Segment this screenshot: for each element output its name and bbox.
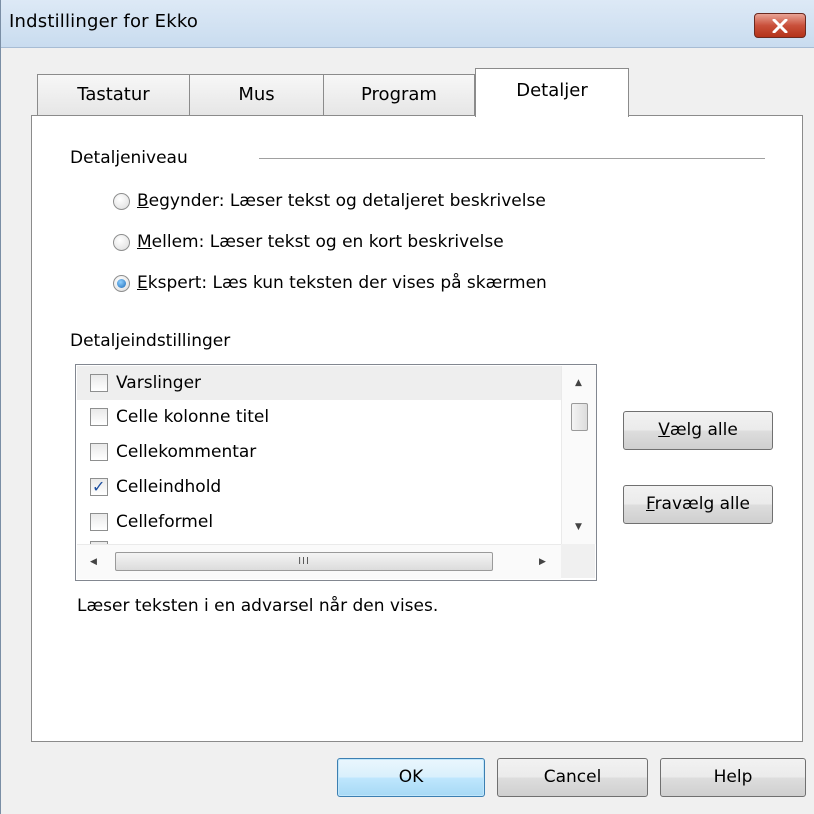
checkmark-icon: ✓ — [92, 477, 106, 496]
radio-button[interactable] — [113, 192, 130, 210]
item-description: Læser teksten i en advarsel når den vise… — [77, 596, 439, 616]
accelerator-key: M — [137, 232, 152, 252]
accelerator-key: F — [646, 494, 655, 514]
scroll-left-icon[interactable]: ◀ — [90, 557, 97, 567]
radio-label-text: egynder: Læser tekst og detaljeret beskr… — [148, 191, 546, 211]
select-all-button[interactable]: Vælg alle — [623, 411, 773, 450]
tab-detaljer[interactable]: Detaljer — [475, 68, 629, 117]
scrollbar-corner — [561, 544, 595, 578]
vertical-scroll-thumb[interactable] — [571, 403, 588, 431]
radio-option-ekspert[interactable]: Ekspert: Læs kun teksten der vises på sk… — [113, 270, 547, 296]
detail-settings-list[interactable]: Varslinger Celle kolonne titel Cellekomm… — [75, 364, 597, 581]
ok-button[interactable]: OK — [337, 758, 485, 797]
button-label: ravælg alle — [654, 494, 750, 514]
list-item-celleformel[interactable]: Celleformel — [77, 505, 561, 539]
tab-label: Mus — [238, 84, 275, 105]
radio-button[interactable] — [113, 233, 130, 251]
scroll-right-icon[interactable]: ▶ — [539, 557, 546, 567]
accelerator-key: E — [137, 273, 148, 293]
close-button[interactable] — [754, 13, 806, 38]
list-item-celleindhold[interactable]: ✓ Celleindhold — [77, 470, 561, 504]
horizontal-scroll-thumb[interactable]: III — [115, 552, 493, 571]
accelerator-key: V — [658, 420, 670, 440]
button-label: ælg alle — [669, 420, 738, 440]
button-label: OK — [398, 767, 424, 787]
radio-label: Mellem: Læser tekst og en kort beskrivel… — [137, 232, 504, 252]
deselect-all-button[interactable]: Fravælg alle — [623, 485, 773, 524]
scroll-down-icon[interactable]: ▼ — [575, 522, 582, 532]
group-divider — [259, 158, 765, 159]
title-bar[interactable]: Indstillinger for Ekko — [1, 0, 814, 48]
list-item-label: Celleformel — [116, 512, 214, 532]
list-item-label: Celle kolonne titel — [116, 407, 270, 427]
checkbox[interactable] — [90, 443, 108, 461]
radio-option-begynder[interactable]: Begynder: Læser tekst og detaljeret besk… — [113, 188, 546, 214]
checkbox[interactable] — [90, 374, 108, 392]
scroll-up-icon[interactable]: ▲ — [575, 378, 582, 388]
detail-level-label: Detaljeniveau — [70, 148, 188, 168]
list-item-cellekommentar[interactable]: Cellekommentar — [77, 435, 561, 469]
scroll-grip-icon: III — [298, 556, 310, 567]
help-button[interactable]: Help — [660, 758, 806, 797]
checkbox[interactable] — [90, 408, 108, 426]
window-title: Indstillinger for Ekko — [9, 11, 199, 32]
radio-button-selected[interactable] — [113, 274, 130, 292]
list-item-label: Celleindhold — [116, 477, 222, 497]
tab-label: Program — [361, 84, 437, 105]
cancel-button[interactable]: Cancel — [497, 758, 648, 797]
radio-label: Ekspert: Læs kun teksten der vises på sk… — [137, 273, 547, 293]
list-item-label: Varslinger — [116, 373, 202, 393]
accelerator-key: B — [137, 191, 149, 211]
list-item-celle-kolonne-titel[interactable]: Celle kolonne titel — [77, 400, 561, 434]
radio-label: Begynder: Læser tekst og detaljeret besk… — [137, 191, 546, 211]
radio-label-text: kspert: Læs kun teksten der vises på skæ… — [147, 273, 547, 293]
button-label: Help — [713, 767, 753, 787]
tab-program[interactable]: Program — [323, 74, 475, 115]
dialog-window: Indstillinger for Ekko Tastatur Mus Prog… — [0, 0, 814, 814]
radio-option-mellem[interactable]: Mellem: Læser tekst og en kort beskrivel… — [113, 229, 504, 255]
tab-label: Tastatur — [77, 84, 150, 105]
list-item-varslinger[interactable]: Varslinger — [77, 366, 561, 400]
tab-tastatur[interactable]: Tastatur — [37, 74, 190, 115]
button-label: Cancel — [543, 767, 602, 787]
detail-settings-label: Detaljeindstillinger — [70, 331, 231, 351]
tab-label: Detaljer — [516, 80, 588, 101]
radio-label-text: ellem: Læser tekst og en kort beskrivels… — [151, 232, 504, 252]
close-icon — [772, 18, 788, 33]
checkbox-checked[interactable]: ✓ — [90, 478, 108, 496]
list-item-label: Cellekommentar — [116, 442, 257, 462]
checkbox[interactable] — [90, 513, 108, 531]
vertical-scrollbar[interactable]: ▲ ▼ — [561, 366, 596, 544]
horizontal-scrollbar[interactable]: ◀ III ▶ — [77, 544, 561, 579]
tab-mus[interactable]: Mus — [189, 74, 324, 115]
